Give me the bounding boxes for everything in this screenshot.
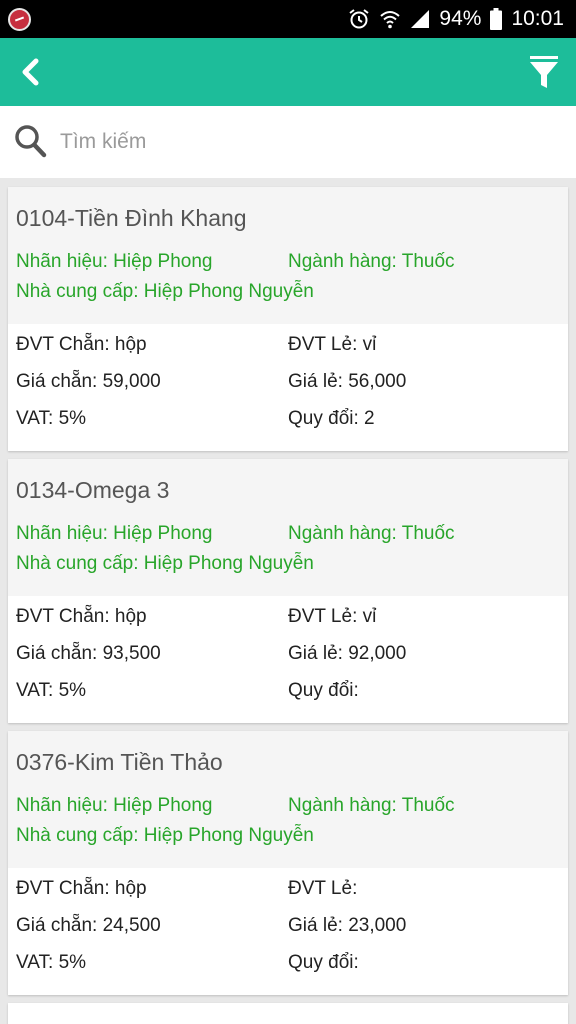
- vat: VAT: 5%: [16, 680, 87, 701]
- unit-whole: ĐVT Chẵn: hộp: [16, 334, 147, 355]
- vat: VAT: 5%: [16, 952, 87, 973]
- price-retail: Giá lẻ: 56,000: [288, 371, 407, 392]
- product-card[interactable]: 0104-Tiền Đình Khang Nhãn hiệu: Hiệp Pho…: [8, 187, 568, 451]
- product-card-header: 0376-Kim Tiền Thảo Nhãn hiệu: Hiệp Phong…: [8, 731, 568, 868]
- status-bar: 94% 10:01: [0, 0, 576, 38]
- price-whole: Giá chẵn: 24,500: [16, 915, 161, 936]
- product-card-details: ĐVT Chẵn: hộp ĐVT Lẻ: vỉ Giá chẵn: 59,00…: [8, 324, 568, 451]
- search-bar: [0, 106, 576, 178]
- conversion: Quy đổi:: [288, 952, 359, 973]
- product-category: Ngành hàng: Thuốc: [288, 523, 455, 544]
- price-retail: Giá lẻ: 92,000: [288, 643, 407, 664]
- product-title: 0134-Omega 3: [16, 477, 170, 503]
- unit-retail: ĐVT Lẻ: vỉ: [288, 334, 377, 355]
- product-card[interactable]: 0134-Omega 3 Nhãn hiệu: Hiệp Phong Ngành…: [8, 459, 568, 723]
- product-brand: Nhãn hiệu: Hiệp Phong: [16, 251, 213, 272]
- filter-button[interactable]: [524, 51, 564, 93]
- product-supplier: Nhà cung cấp: Hiệp Phong Nguyễn: [16, 825, 314, 846]
- product-list: 0104-Tiền Đình Khang Nhãn hiệu: Hiệp Pho…: [8, 187, 568, 1024]
- price-retail: Giá lẻ: 23,000: [288, 915, 407, 936]
- product-brand: Nhãn hiệu: Hiệp Phong: [16, 523, 213, 544]
- vat: VAT: 5%: [16, 408, 87, 429]
- product-title: 0104-Tiền Đình Khang: [16, 205, 247, 231]
- notification-app-icon: [8, 8, 31, 31]
- conversion: Quy đổi:: [288, 680, 359, 701]
- battery-percent: 94%: [439, 7, 482, 30]
- product-category: Ngành hàng: Thuốc: [288, 251, 455, 272]
- signal-icon: [411, 10, 430, 28]
- unit-retail: ĐVT Lẻ:: [288, 878, 358, 899]
- filter-icon: [530, 56, 558, 88]
- back-button[interactable]: [10, 52, 50, 92]
- status-icons: 94% 10:01: [348, 0, 564, 38]
- product-card[interactable]: 0376-Kim Tiền Thảo Nhãn hiệu: Hiệp Phong…: [8, 731, 568, 995]
- alarm-icon: [349, 9, 370, 29]
- product-card-details: ĐVT Chẵn: hộp ĐVT Lẻ: vỉ Giá chẵn: 93,50…: [8, 596, 568, 723]
- search-input[interactable]: [60, 122, 550, 162]
- product-brand: Nhãn hiệu: Hiệp Phong: [16, 795, 213, 816]
- unit-whole: ĐVT Chẵn: hộp: [16, 878, 147, 899]
- conversion: Quy đổi: 2: [288, 408, 375, 429]
- unit-retail: ĐVT Lẻ: vỉ: [288, 606, 377, 627]
- battery-icon: [490, 8, 503, 30]
- search-icon[interactable]: [14, 124, 48, 160]
- chevron-left-icon: [22, 58, 39, 86]
- product-supplier: Nhà cung cấp: Hiệp Phong Nguyễn: [16, 553, 314, 574]
- product-category: Ngành hàng: Thuốc: [288, 795, 455, 816]
- price-whole: Giá chẵn: 59,000: [16, 371, 161, 392]
- product-supplier: Nhà cung cấp: Hiệp Phong Nguyễn: [16, 281, 314, 302]
- app-bar: [0, 38, 576, 106]
- wifi-icon: [380, 11, 401, 29]
- product-card-header: 0104-Tiền Đình Khang Nhãn hiệu: Hiệp Pho…: [8, 187, 568, 324]
- clock: 10:01: [511, 7, 564, 30]
- product-card-details: ĐVT Chẵn: hộp ĐVT Lẻ: Giá chẵn: 24,500 G…: [8, 868, 568, 995]
- unit-whole: ĐVT Chẵn: hộp: [16, 606, 147, 627]
- price-whole: Giá chẵn: 93,500: [16, 643, 161, 664]
- product-card-partial[interactable]: [8, 1003, 568, 1024]
- product-title: 0376-Kim Tiền Thảo: [16, 749, 223, 775]
- product-card-header: 0134-Omega 3 Nhãn hiệu: Hiệp Phong Ngành…: [8, 459, 568, 596]
